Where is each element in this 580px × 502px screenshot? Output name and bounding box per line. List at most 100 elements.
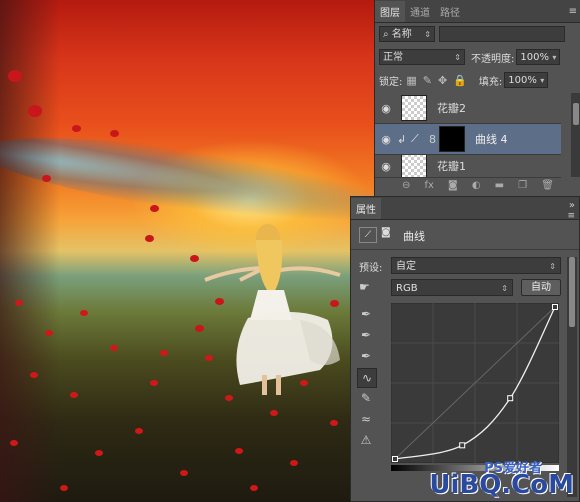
curves-icon: ⟋ bbox=[359, 227, 377, 243]
layer-row[interactable]: ◉ 花瓣1 bbox=[375, 155, 561, 178]
preset-label: 预设: bbox=[359, 263, 383, 274]
smooth-curve-icon[interactable]: ≈ bbox=[357, 410, 375, 428]
poppy-flower bbox=[290, 460, 298, 466]
collapse-icon[interactable]: » bbox=[569, 200, 575, 211]
eyedropper-black-icon[interactable]: ✒ bbox=[357, 305, 375, 323]
poppy-flower bbox=[95, 450, 103, 456]
clipping-warning-icon[interactable]: ⚠ bbox=[357, 431, 375, 449]
chevron-down-icon: ⇕ bbox=[454, 53, 461, 62]
folder-icon[interactable]: ▬ bbox=[495, 180, 504, 191]
target-adjust-hand-icon[interactable]: ☛ bbox=[359, 280, 370, 294]
tab-layers[interactable]: 图层 bbox=[375, 1, 405, 22]
poppy-flower bbox=[45, 330, 53, 336]
chevron-down-icon: ⇕ bbox=[424, 30, 431, 39]
preset-value: 自定 bbox=[396, 261, 416, 272]
layer-row[interactable]: ◉ 花瓣2 bbox=[375, 93, 561, 124]
poppy-flower bbox=[80, 310, 88, 316]
blend-row: 正常 ⇕ 不透明度: 100% ▾ bbox=[375, 49, 580, 65]
curve-control-point[interactable] bbox=[507, 395, 514, 402]
poppy-flower bbox=[225, 395, 233, 401]
clip-arrow-icon: ↲ bbox=[397, 132, 407, 146]
layers-footer: ⊖ fx ◙ ◐ ▬ ❐ 🗑 bbox=[375, 178, 580, 192]
layer-name: 花瓣2 bbox=[437, 102, 466, 115]
watermark-logo: UiBQ.CoM bbox=[429, 470, 574, 500]
curve-control-point[interactable] bbox=[459, 442, 466, 449]
panel-menu-icon[interactable]: ≡ bbox=[569, 6, 577, 17]
poppy-flower bbox=[205, 355, 213, 361]
layer-name: 曲线 4 bbox=[475, 133, 508, 146]
dancing-girl bbox=[204, 224, 341, 395]
poppy-flower bbox=[180, 470, 188, 476]
mask-icon[interactable]: ◙ bbox=[448, 180, 458, 191]
visibility-eye-icon[interactable]: ◉ bbox=[375, 102, 397, 115]
chevron-down-icon: ▾ bbox=[540, 76, 545, 85]
opacity-input[interactable]: 100% ▾ bbox=[516, 49, 561, 65]
search-icon: ⌕ bbox=[383, 29, 392, 40]
curves-adjustment-icon: ⟋ bbox=[411, 132, 419, 145]
poppy-flower bbox=[235, 448, 243, 454]
channel-select[interactable]: RGB ⇕ bbox=[391, 279, 513, 296]
visibility-eye-icon[interactable]: ◉ bbox=[375, 133, 397, 146]
adjustment-icon[interactable]: ◐ bbox=[472, 180, 481, 191]
fill-label: 填充: bbox=[478, 76, 503, 88]
flying-petal bbox=[42, 175, 51, 182]
flying-petal bbox=[28, 105, 42, 117]
flying-petal bbox=[8, 70, 22, 82]
auto-button[interactable]: 自动 bbox=[521, 279, 561, 296]
filter-kind-select[interactable]: ⌕ 名称 ⇕ bbox=[379, 26, 435, 42]
curve-control-point[interactable] bbox=[392, 456, 398, 462]
layers-panel: 图层 通道 路径 ≡ ⌕ 名称 ⇕ 正常 ⇕ 不透明度: 100% ▾ 锁定: ▦✎✥… bbox=[374, 0, 580, 196]
poppy-flower bbox=[150, 380, 158, 386]
poppy-flower bbox=[110, 345, 118, 351]
mask-toggle-icon[interactable]: ◙ bbox=[381, 227, 397, 241]
flying-petal bbox=[72, 125, 81, 132]
scrollbar-thumb[interactable] bbox=[569, 257, 575, 327]
panel-menu-icon[interactable]: ≡ bbox=[567, 211, 575, 221]
fx-icon[interactable]: fx bbox=[425, 180, 434, 191]
poppy-flower bbox=[330, 420, 338, 426]
layer-mask-thumbnail[interactable] bbox=[439, 126, 465, 152]
poppy-flower bbox=[250, 485, 258, 491]
poppy-flower bbox=[30, 372, 38, 378]
properties-scrollbar[interactable] bbox=[567, 257, 577, 497]
blend-mode-value: 正常 bbox=[383, 52, 403, 63]
properties-panel: 属性 » ≡ ⟋ ◙ 曲线 预设: 自定 ⇕ ☛ RGB ⇕ 自动 ✒ ✒ ✒ ∿ … bbox=[350, 196, 580, 502]
chevron-down-icon: ▾ bbox=[552, 53, 557, 62]
eyedropper-white-icon[interactable]: ✒ bbox=[357, 347, 375, 365]
layer-row-selected[interactable]: ◉ ↲ ⟋ 8 曲线 4 bbox=[375, 124, 561, 155]
poppy-flower bbox=[10, 440, 18, 446]
layer-filter-row: ⌕ 名称 ⇕ bbox=[375, 26, 580, 42]
fill-value: 100% bbox=[508, 75, 537, 86]
pencil-icon[interactable]: ✎ bbox=[357, 389, 375, 407]
scrollbar-thumb[interactable] bbox=[573, 103, 579, 125]
fill-input[interactable]: 100% ▾ bbox=[504, 72, 549, 88]
layers-scrollbar[interactable] bbox=[571, 93, 580, 177]
tab-properties[interactable]: 属性 bbox=[351, 198, 381, 219]
lock-icons[interactable]: ▦✎✥🔒 bbox=[406, 74, 473, 87]
layer-name: 花瓣1 bbox=[437, 160, 466, 173]
trash-icon[interactable]: 🗑 bbox=[541, 180, 554, 191]
tab-paths[interactable]: 路径 bbox=[435, 1, 465, 22]
visibility-eye-icon[interactable]: ◉ bbox=[375, 160, 397, 173]
preset-select[interactable]: 自定 ⇕ bbox=[391, 257, 561, 274]
curves-graph[interactable] bbox=[391, 303, 559, 463]
poppy-flower bbox=[300, 380, 308, 386]
layer-thumbnail bbox=[401, 155, 427, 177]
lock-row: 锁定: ▦✎✥🔒 填充: 100% ▾ bbox=[375, 72, 580, 88]
poppy-flower bbox=[135, 428, 143, 434]
document-canvas[interactable] bbox=[0, 0, 374, 502]
poppy-flower bbox=[70, 392, 78, 398]
curve-control-point[interactable] bbox=[552, 304, 558, 310]
chain-link-icon[interactable]: 8 bbox=[429, 133, 439, 146]
link-icon[interactable]: ⊖ bbox=[402, 180, 410, 191]
eyedropper-gray-icon[interactable]: ✒ bbox=[357, 326, 375, 344]
poppy-flower bbox=[60, 485, 68, 491]
tab-channels[interactable]: 通道 bbox=[405, 1, 435, 22]
filter-input[interactable] bbox=[439, 26, 565, 42]
blend-mode-select[interactable]: 正常 ⇕ bbox=[379, 49, 465, 65]
curve-point-tool-icon[interactable]: ∿ bbox=[357, 368, 377, 388]
poppy-flower bbox=[160, 350, 168, 356]
new-layer-icon[interactable]: ❐ bbox=[518, 180, 527, 191]
flying-petal bbox=[150, 205, 159, 212]
divider bbox=[351, 249, 579, 250]
